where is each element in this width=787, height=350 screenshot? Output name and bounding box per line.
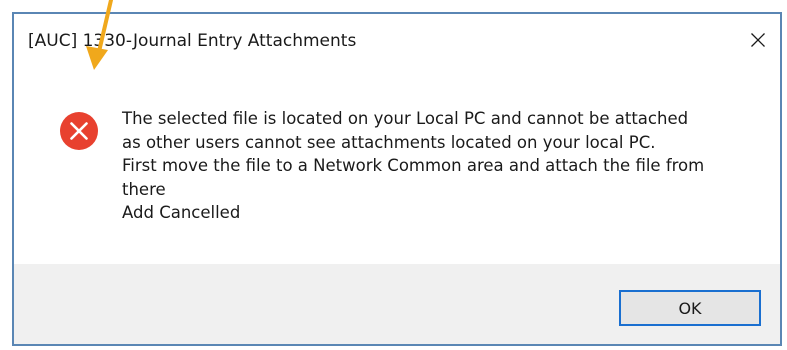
- message-line: First move the file to a Network Common …: [122, 156, 705, 175]
- dialog-content: The selected file is located on your Loc…: [14, 68, 780, 264]
- message-dialog: [AUC] 1330-Journal Entry Attachments The…: [12, 12, 782, 346]
- title-bar: [AUC] 1330-Journal Entry Attachments: [14, 14, 780, 68]
- error-message: The selected file is located on your Loc…: [122, 107, 762, 225]
- window-title: [AUC] 1330-Journal Entry Attachments: [28, 31, 357, 51]
- message-line: there: [122, 179, 166, 199]
- message-line: as other users cannot see attachments lo…: [122, 132, 656, 152]
- button-bar: OK: [14, 264, 780, 344]
- close-button[interactable]: [744, 26, 772, 54]
- screenshot-page: [AUC] 1330-Journal Entry Attachments The…: [0, 0, 787, 350]
- focus-rect: [623, 294, 757, 322]
- ok-button[interactable]: OK: [619, 290, 761, 326]
- close-icon: [751, 33, 765, 47]
- message-line: Add Cancelled: [122, 203, 241, 222]
- message-line: The selected file is located on your Loc…: [122, 109, 689, 128]
- error-icon: [60, 112, 98, 150]
